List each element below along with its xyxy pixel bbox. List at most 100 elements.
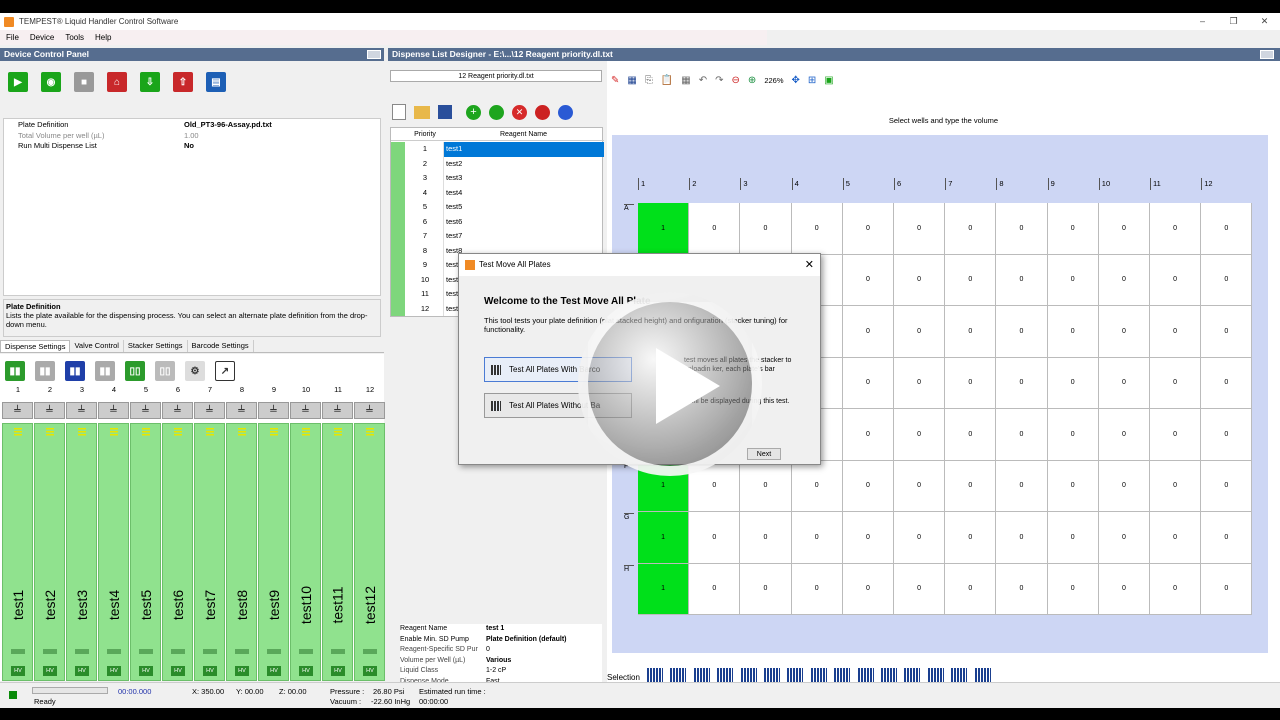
reagent-row[interactable]: 5 test5 — [391, 200, 604, 215]
well[interactable]: 0 — [1047, 306, 1099, 358]
channel-valve-button[interactable]: ╧ — [98, 402, 129, 419]
remove-reagent-icon[interactable]: ✕ — [512, 104, 527, 120]
channel-column[interactable]: test3 HV — [66, 423, 97, 681]
run-icon[interactable]: ▶ — [8, 72, 28, 92]
valve-pair-blue-icon[interactable]: ▮▮ — [65, 361, 85, 381]
selection-pattern-icon[interactable] — [857, 668, 874, 682]
reagent-prop-row[interactable]: Enable Min. SD Pump Plate Definition (def… — [400, 635, 602, 646]
well[interactable]: 0 — [996, 512, 1048, 564]
channel-column[interactable]: test1 HV — [2, 423, 33, 681]
selection-pattern-icon[interactable] — [834, 668, 851, 682]
valve-pair-green-icon[interactable]: ▮▮ — [5, 361, 25, 381]
well[interactable]: 0 — [1201, 512, 1253, 564]
zoom-in-icon[interactable]: ⊕ — [748, 75, 756, 86]
channel-column[interactable]: test12 HV — [354, 423, 385, 681]
next-button[interactable]: Next — [747, 448, 781, 460]
tab-valve-control[interactable]: Valve Control — [70, 340, 124, 352]
well[interactable]: 0 — [996, 254, 1048, 306]
priority-icon[interactable] — [558, 104, 573, 120]
well[interactable]: 0 — [1150, 563, 1202, 615]
selection-pattern-icon[interactable] — [951, 668, 968, 682]
undo-icon[interactable]: ↶ — [699, 75, 707, 86]
well[interactable]: 1 — [638, 203, 690, 255]
column-label[interactable]: 3 — [740, 178, 748, 190]
prop-row[interactable]: Run Multi Dispense List No — [4, 141, 380, 152]
well[interactable]: 0 — [996, 357, 1048, 409]
channel-valve-button[interactable]: ╧ — [34, 402, 65, 419]
well[interactable]: 0 — [791, 512, 843, 564]
open-folder-icon[interactable] — [414, 105, 430, 119]
well[interactable]: 0 — [894, 203, 946, 255]
prop-row[interactable]: Plate Definition Old_PT3-96-Assay.pd.txt — [4, 120, 380, 131]
selection-pattern-icon[interactable] — [740, 668, 757, 682]
valve-pair-gray-icon[interactable]: ▮▮ — [35, 361, 55, 381]
selection-pattern-icon[interactable] — [904, 668, 921, 682]
well[interactable]: 0 — [1047, 563, 1099, 615]
add-reagent-icon[interactable]: + — [466, 104, 481, 120]
channel-valve-button[interactable]: ╧ — [290, 402, 321, 419]
menu-help[interactable]: Help — [95, 33, 111, 42]
chart-icon[interactable]: ▣ — [824, 75, 833, 86]
channel-valve-button[interactable]: ╧ — [226, 402, 257, 419]
well[interactable]: 0 — [945, 460, 997, 512]
valve-pair-light-icon[interactable]: ▯▯ — [155, 361, 175, 381]
column-label[interactable]: 8 — [996, 178, 1004, 190]
selection-pattern-icon[interactable] — [764, 668, 780, 682]
well[interactable]: 0 — [1150, 306, 1202, 358]
well[interactable]: 0 — [996, 460, 1048, 512]
channel-column[interactable]: test11 HV — [322, 423, 353, 681]
reagent-row[interactable]: 4 test4 — [391, 185, 604, 200]
well[interactable]: 0 — [791, 460, 843, 512]
well[interactable]: 0 — [689, 512, 741, 564]
channel-column[interactable]: test6 HV — [162, 423, 193, 681]
well[interactable]: 0 — [894, 563, 946, 615]
channel-settings-icon[interactable]: ⚙ — [185, 361, 205, 381]
well[interactable]: 0 — [689, 203, 741, 255]
column-label[interactable]: 11 — [1150, 178, 1161, 190]
well[interactable]: 0 — [1150, 357, 1202, 409]
channel-valve-button[interactable]: ╧ — [354, 402, 385, 419]
copy-icon[interactable]: ⎘ — [645, 75, 653, 86]
reagent-row[interactable]: 6 test6 — [391, 214, 604, 229]
paste-icon[interactable]: 📋 — [661, 75, 673, 86]
well[interactable]: 0 — [1047, 460, 1099, 512]
well[interactable]: 0 — [1098, 254, 1150, 306]
selection-pattern-icon[interactable] — [881, 668, 897, 682]
selection-pattern-icon[interactable] — [927, 668, 944, 682]
popout-icon[interactable]: ↗ — [215, 361, 235, 381]
well[interactable]: 0 — [996, 409, 1048, 461]
timer-icon[interactable] — [489, 104, 504, 120]
well[interactable]: 0 — [842, 563, 894, 615]
well[interactable]: 0 — [894, 460, 946, 512]
well[interactable]: 0 — [996, 306, 1048, 358]
column-label[interactable]: 5 — [842, 178, 850, 190]
column-label[interactable]: 4 — [791, 178, 799, 190]
well[interactable]: 0 — [1150, 460, 1202, 512]
well[interactable]: 0 — [1098, 563, 1150, 615]
well[interactable]: 0 — [894, 306, 946, 358]
close-button[interactable]: ✕ — [1249, 13, 1280, 30]
well[interactable]: 0 — [842, 254, 894, 306]
channel-column[interactable]: test10 HV — [290, 423, 321, 681]
well[interactable]: 0 — [945, 409, 997, 461]
reagent-row[interactable]: 7 test7 — [391, 229, 604, 244]
well[interactable]: 0 — [842, 357, 894, 409]
well[interactable]: 0 — [740, 512, 792, 564]
well[interactable]: 0 — [1201, 306, 1253, 358]
save-icon[interactable] — [438, 105, 452, 119]
well[interactable]: 0 — [945, 306, 997, 358]
well[interactable]: 0 — [1098, 203, 1150, 255]
selection-pattern-icon[interactable] — [647, 668, 663, 682]
panel-pin-button[interactable] — [367, 50, 381, 59]
well[interactable]: 0 — [1201, 357, 1253, 409]
well[interactable]: 0 — [1098, 357, 1150, 409]
well[interactable]: 0 — [1098, 409, 1150, 461]
well[interactable]: 0 — [1201, 254, 1253, 306]
selection-pattern-icon[interactable] — [693, 668, 710, 682]
select-all-icon[interactable]: ⊞ — [808, 75, 816, 86]
well[interactable]: 0 — [1047, 357, 1099, 409]
tab-barcode-settings[interactable]: Barcode Settings — [188, 340, 254, 352]
well[interactable]: 0 — [945, 203, 997, 255]
well[interactable]: 0 — [1047, 254, 1099, 306]
well[interactable]: 0 — [842, 203, 894, 255]
